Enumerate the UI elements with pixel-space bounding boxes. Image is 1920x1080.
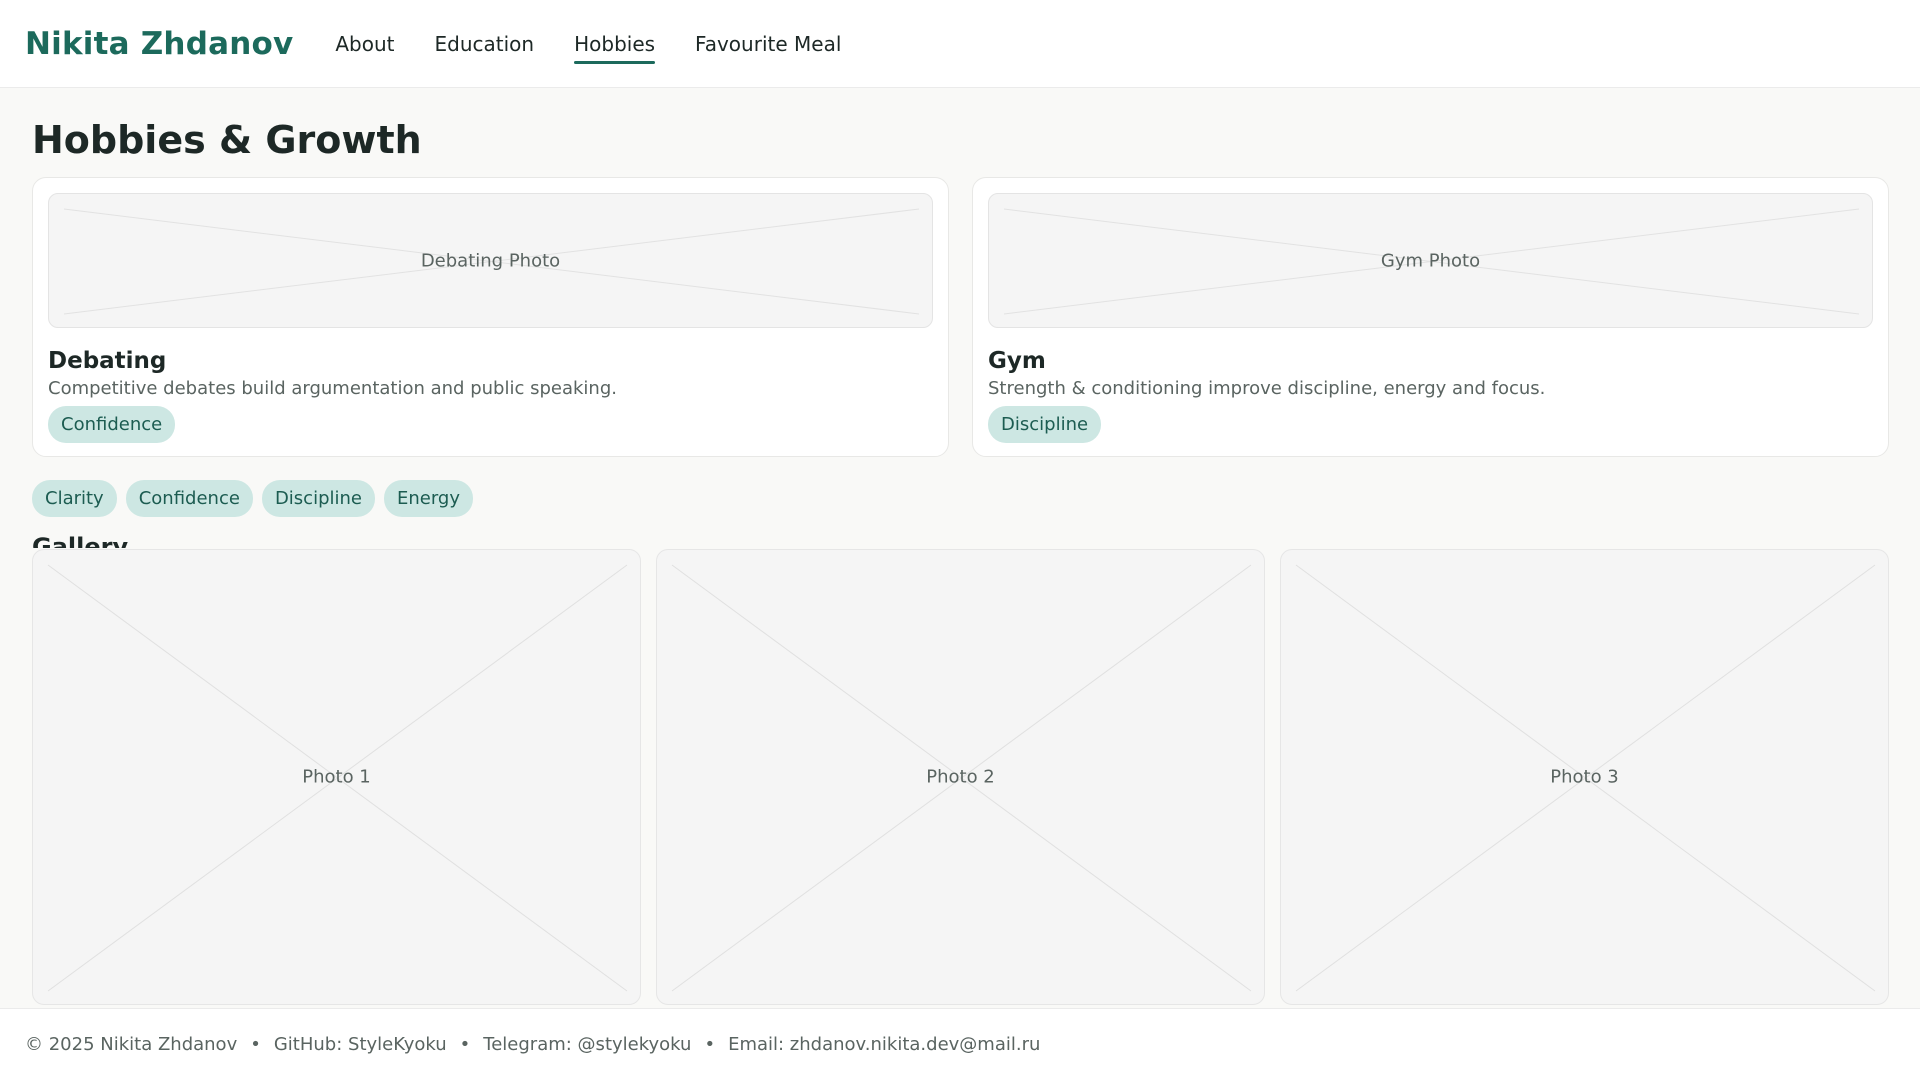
chip-energy: Energy <box>383 480 474 517</box>
page-title: Hobbies & Growth <box>32 118 422 162</box>
photo-label: Photo 1 <box>302 766 371 788</box>
footer-separator: • <box>459 1034 471 1055</box>
card-title: Debating <box>48 348 167 374</box>
photo-label: Photo 3 <box>1550 766 1619 788</box>
footer-separator: • <box>250 1034 261 1055</box>
gym-photo-placeholder: Gym Photo <box>988 193 1873 328</box>
footer-separator: • <box>704 1034 716 1055</box>
nav-item-education[interactable]: Education <box>435 26 535 62</box>
card-chip: Discipline <box>988 406 1102 443</box>
photo-label: Gym Photo <box>1380 250 1481 271</box>
footer-telegram-link[interactable]: Telegram: @stylekyoku <box>483 1034 691 1055</box>
main-nav: About Education Hobbies Favourite Meal <box>335 26 881 64</box>
skill-chips: Clarity Confidence Discipline Energy <box>32 480 474 517</box>
footer-github-link[interactable]: GitHub: StyleKyoku <box>274 1034 447 1055</box>
card-title: Gym <box>988 348 1046 374</box>
card-description: Competitive debates build argumentation … <box>48 378 617 399</box>
nav-item-about[interactable]: About <box>335 26 394 62</box>
nav-item-hobbies[interactable]: Hobbies <box>574 26 655 64</box>
debating-photo-placeholder: Debating Photo <box>48 193 933 328</box>
footer-copyright: © 2025 Nikita Zhdanov <box>25 1034 238 1055</box>
chip-discipline: Discipline <box>261 480 375 517</box>
footer-email-link[interactable]: Email: zhdanov.nikita.dev@mail.ru <box>728 1034 1040 1055</box>
site-header: Nikita Zhdanov About Education Hobbies F… <box>0 0 1920 88</box>
site-footer: © 2025 Nikita Zhdanov • GitHub: StyleKyo… <box>0 1008 1920 1080</box>
hobby-card-gym: Gym Photo Gym Strength & conditioning im… <box>972 177 1889 457</box>
gallery-photo-1[interactable]: Photo 1 <box>32 549 641 1005</box>
gallery-title: Gallery <box>32 533 129 548</box>
chip-clarity: Clarity <box>32 480 117 517</box>
nav-item-favourite-meal[interactable]: Favourite Meal <box>695 26 841 62</box>
gallery-photo-2[interactable]: Photo 2 <box>656 549 1265 1005</box>
card-description: Strength & conditioning improve discipli… <box>988 378 1546 399</box>
hobby-card-debating: Debating Photo Debating Competitive deba… <box>32 177 949 457</box>
brand-name[interactable]: Nikita Zhdanov <box>25 26 293 62</box>
photo-label: Photo 2 <box>926 766 995 788</box>
photo-label: Debating Photo <box>420 250 561 271</box>
chip-confidence: Confidence <box>125 480 253 517</box>
gallery-photo-3[interactable]: Photo 3 <box>1280 549 1889 1005</box>
card-chip: Confidence <box>48 406 176 443</box>
